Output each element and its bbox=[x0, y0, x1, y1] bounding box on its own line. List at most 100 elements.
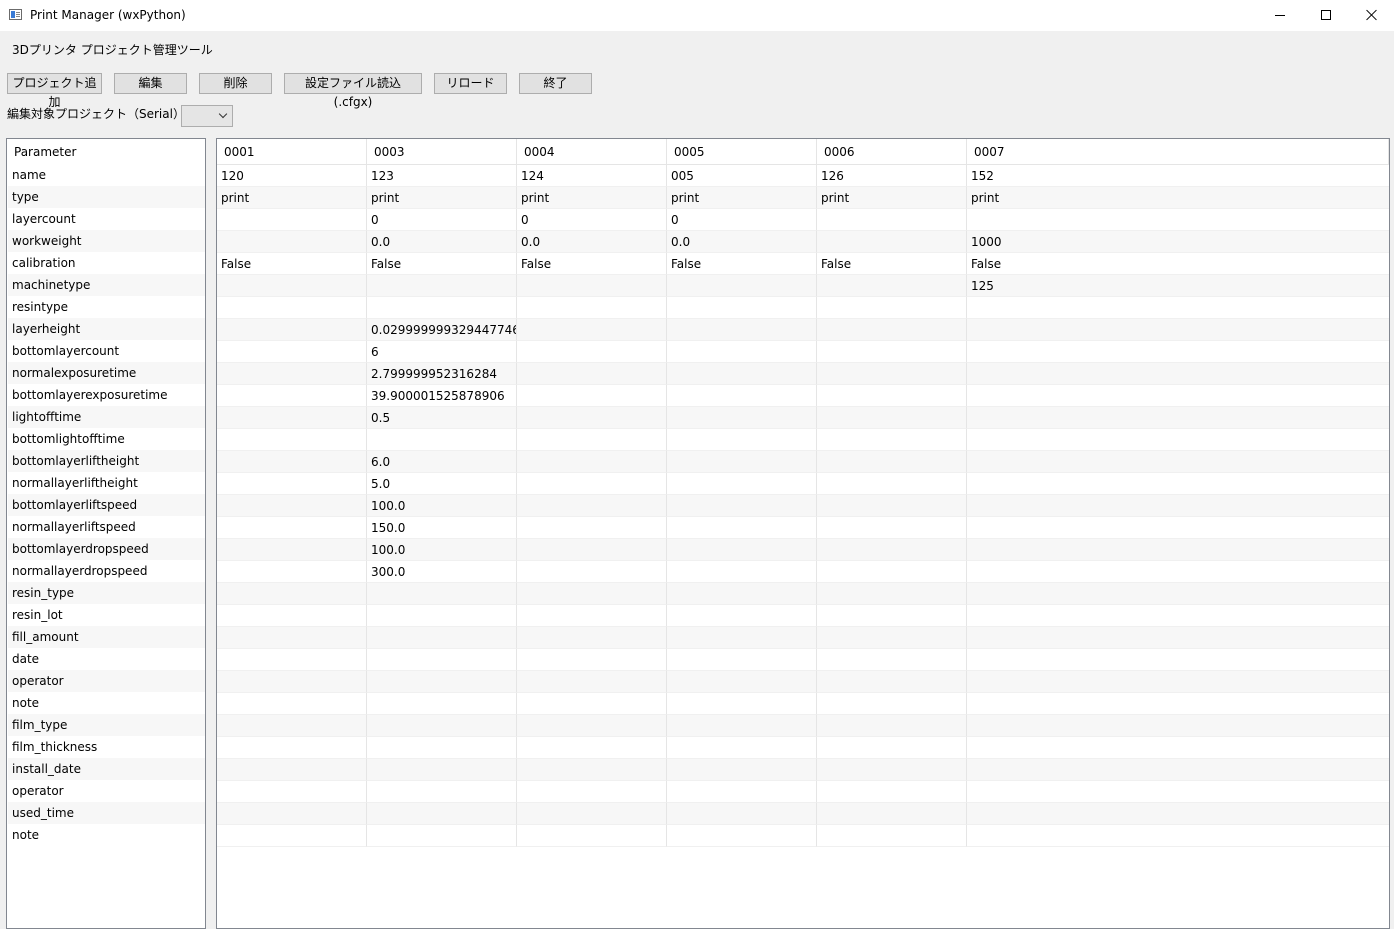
parameter-list-item[interactable]: lightofftime bbox=[8, 406, 205, 428]
grid-cell[interactable] bbox=[817, 363, 967, 385]
grid-cell[interactable] bbox=[967, 825, 1389, 847]
grid-cell[interactable] bbox=[517, 759, 667, 781]
grid-cell[interactable] bbox=[967, 781, 1389, 803]
grid-cell[interactable] bbox=[517, 693, 667, 715]
grid-cell[interactable] bbox=[367, 627, 517, 649]
minimize-button[interactable] bbox=[1258, 0, 1304, 31]
grid-cell[interactable]: 0.029999999329447746 bbox=[367, 319, 517, 341]
grid-cell[interactable] bbox=[967, 583, 1389, 605]
grid-cell[interactable] bbox=[817, 451, 967, 473]
grid-cell[interactable] bbox=[517, 407, 667, 429]
grid-cell[interactable] bbox=[217, 737, 367, 759]
grid-cell[interactable] bbox=[667, 605, 817, 627]
parameter-list-item[interactable]: date bbox=[8, 648, 205, 670]
grid-cell[interactable] bbox=[517, 385, 667, 407]
grid-cell[interactable]: print bbox=[967, 187, 1389, 209]
grid-cell[interactable] bbox=[967, 429, 1389, 451]
grid-cell[interactable] bbox=[817, 693, 967, 715]
parameter-list-item[interactable]: operator bbox=[8, 780, 205, 802]
close-button[interactable] bbox=[1349, 0, 1394, 31]
grid-cell[interactable] bbox=[667, 781, 817, 803]
grid-cell[interactable] bbox=[517, 715, 667, 737]
grid-cell[interactable] bbox=[217, 231, 367, 253]
grid-cell[interactable]: 2.799999952316284 bbox=[367, 363, 517, 385]
grid-cell[interactable] bbox=[517, 319, 667, 341]
grid-cell[interactable] bbox=[517, 737, 667, 759]
grid-cell[interactable]: 0 bbox=[367, 209, 517, 231]
grid-cell[interactable] bbox=[517, 363, 667, 385]
grid-cell[interactable] bbox=[667, 693, 817, 715]
parameter-list-item[interactable]: resin_lot bbox=[8, 604, 205, 626]
grid-cell[interactable] bbox=[217, 341, 367, 363]
grid-cell[interactable] bbox=[817, 583, 967, 605]
parameter-list-item[interactable]: resin_type bbox=[8, 582, 205, 604]
grid-cell[interactable] bbox=[967, 539, 1389, 561]
grid-cell[interactable] bbox=[667, 561, 817, 583]
grid-cell[interactable] bbox=[967, 517, 1389, 539]
grid-cell[interactable] bbox=[217, 407, 367, 429]
title-bar[interactable]: Print Manager (wxPython) bbox=[0, 0, 1394, 31]
grid-cell[interactable] bbox=[517, 451, 667, 473]
grid-cell[interactable]: False bbox=[217, 253, 367, 275]
grid-cell[interactable] bbox=[817, 781, 967, 803]
grid-cell[interactable] bbox=[967, 473, 1389, 495]
grid-cell[interactable] bbox=[817, 605, 967, 627]
grid-cell[interactable]: 100.0 bbox=[367, 539, 517, 561]
grid-cell[interactable] bbox=[667, 319, 817, 341]
grid-cell[interactable] bbox=[667, 759, 817, 781]
grid-cell[interactable]: 125 bbox=[967, 275, 1389, 297]
parameter-list-item[interactable]: install_date bbox=[8, 758, 205, 780]
grid-cell[interactable] bbox=[817, 561, 967, 583]
grid-cell[interactable]: False bbox=[517, 253, 667, 275]
grid-cell[interactable] bbox=[517, 627, 667, 649]
grid-cell[interactable] bbox=[817, 429, 967, 451]
parameter-list-item[interactable]: bottomlightofftime bbox=[8, 428, 205, 450]
grid-cell[interactable]: False bbox=[367, 253, 517, 275]
grid-cell[interactable]: 0 bbox=[517, 209, 667, 231]
project-grid[interactable]: 0001 0003 0004 0005 0006 0007 120 123 124 005 126… bbox=[216, 138, 1390, 929]
parameter-list-item[interactable]: film_type bbox=[8, 714, 205, 736]
parameter-list-item[interactable]: normallayerliftheight bbox=[8, 472, 205, 494]
grid-cell[interactable] bbox=[367, 715, 517, 737]
grid-cell[interactable]: print bbox=[517, 187, 667, 209]
grid-cell[interactable] bbox=[217, 803, 367, 825]
grid-cell[interactable] bbox=[517, 517, 667, 539]
grid-cell[interactable] bbox=[367, 737, 517, 759]
parameter-list-item[interactable]: layerheight bbox=[8, 318, 205, 340]
grid-cell[interactable] bbox=[817, 517, 967, 539]
grid-cell[interactable] bbox=[217, 671, 367, 693]
grid-cell[interactable] bbox=[967, 341, 1389, 363]
grid-cell[interactable] bbox=[667, 429, 817, 451]
grid-cell[interactable] bbox=[967, 803, 1389, 825]
grid-cell[interactable] bbox=[217, 539, 367, 561]
grid-cell[interactable]: 6 bbox=[367, 341, 517, 363]
parameter-list-item[interactable]: note bbox=[8, 824, 205, 846]
grid-column-header[interactable]: 0006 bbox=[817, 139, 967, 165]
grid-cell[interactable] bbox=[667, 737, 817, 759]
grid-cell[interactable] bbox=[217, 649, 367, 671]
grid-cell[interactable] bbox=[967, 693, 1389, 715]
grid-cell[interactable] bbox=[667, 803, 817, 825]
parameter-list-item[interactable]: note bbox=[8, 692, 205, 714]
grid-cell[interactable] bbox=[667, 583, 817, 605]
grid-cell[interactable] bbox=[367, 649, 517, 671]
grid-cell[interactable] bbox=[367, 759, 517, 781]
parameter-list-item[interactable]: film_thickness bbox=[8, 736, 205, 758]
grid-column-header[interactable]: 0007 bbox=[967, 139, 1389, 165]
grid-cell[interactable] bbox=[517, 341, 667, 363]
parameter-list-item[interactable]: resintype bbox=[8, 296, 205, 318]
grid-cell[interactable] bbox=[817, 803, 967, 825]
grid-cell[interactable] bbox=[817, 473, 967, 495]
grid-cell[interactable]: False bbox=[967, 253, 1389, 275]
grid-cell[interactable] bbox=[517, 605, 667, 627]
grid-cell[interactable]: 0.5 bbox=[367, 407, 517, 429]
grid-cell[interactable]: 0.0 bbox=[367, 231, 517, 253]
grid-cell[interactable] bbox=[817, 539, 967, 561]
grid-cell[interactable]: 150.0 bbox=[367, 517, 517, 539]
parameter-list-item[interactable]: used_time bbox=[8, 802, 205, 824]
parameter-list-item[interactable]: normallayerdropspeed bbox=[8, 560, 205, 582]
grid-cell[interactable] bbox=[967, 385, 1389, 407]
grid-cell[interactable]: 100.0 bbox=[367, 495, 517, 517]
parameter-list-item[interactable]: type bbox=[8, 186, 205, 208]
grid-cell[interactable] bbox=[217, 385, 367, 407]
